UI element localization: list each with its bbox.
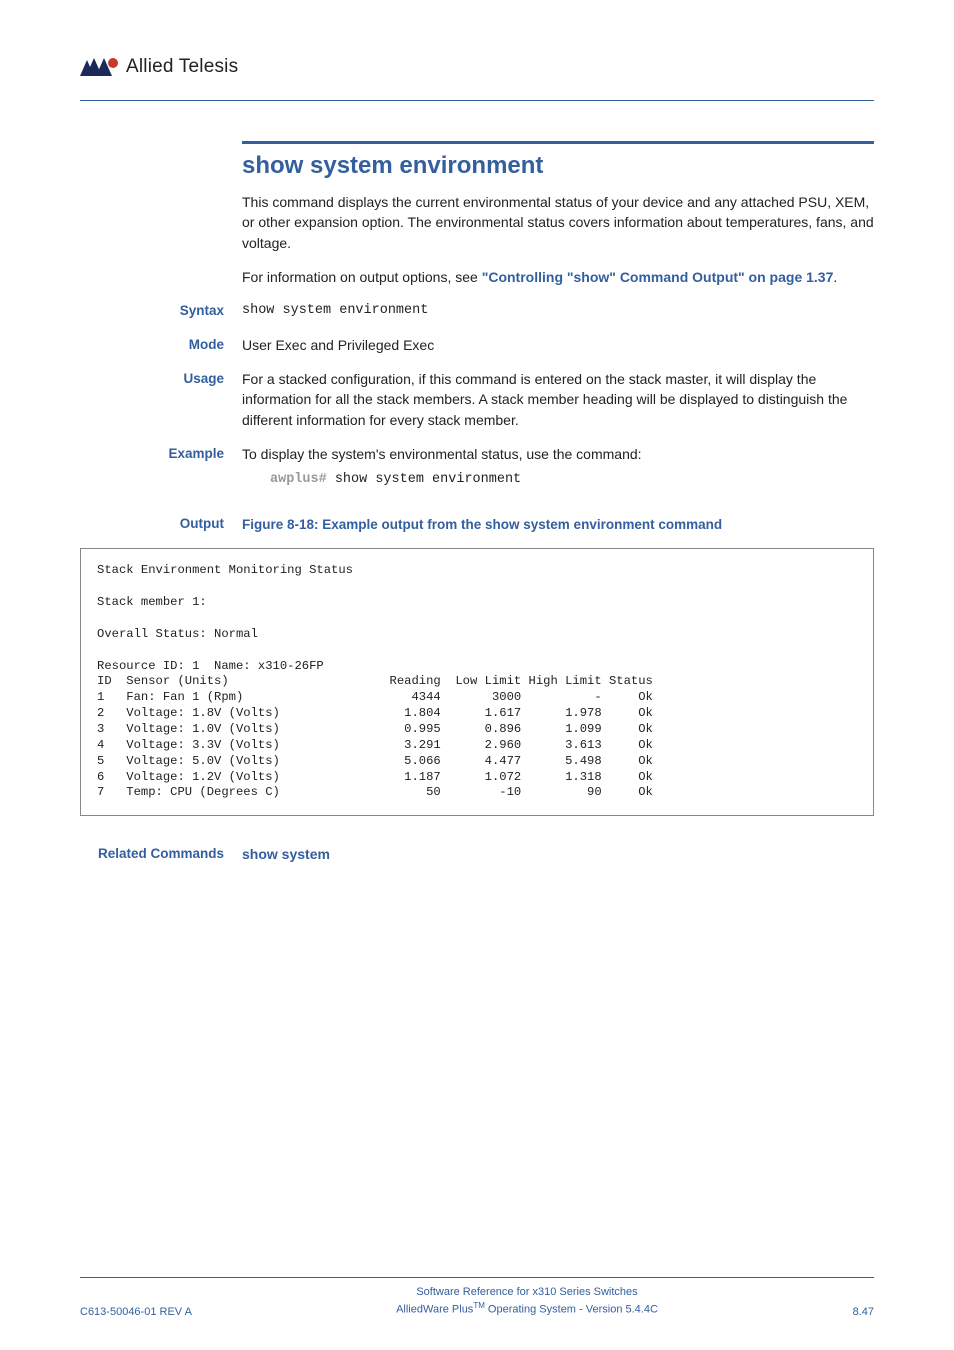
example-output-box: Stack Environment Monitoring Status Stac… bbox=[80, 548, 874, 816]
brand-logo-icon bbox=[80, 56, 120, 78]
footer-product-name: AlliedWare Plus bbox=[396, 1304, 473, 1316]
trademark-symbol: TM bbox=[473, 1301, 485, 1310]
page: Allied Telesis show system environment T… bbox=[0, 0, 954, 1350]
related-show-system-link[interactable]: show system bbox=[242, 846, 330, 862]
output-label: Output bbox=[80, 514, 242, 534]
footer-center-line2: AlliedWare PlusTM Operating System - Ver… bbox=[240, 1300, 814, 1318]
header-divider bbox=[80, 100, 874, 101]
cli-prompt: awplus# bbox=[270, 472, 327, 487]
output-row: Output Figure 8-18: Example output from … bbox=[80, 514, 874, 535]
syntax-label: Syntax bbox=[80, 301, 242, 321]
figure-caption: Figure 8-18: Example output from the sho… bbox=[242, 517, 722, 532]
intro-p2-prefix: For information on output options, see bbox=[242, 269, 482, 285]
footer-version: Operating System - Version 5.4.4C bbox=[485, 1304, 658, 1316]
intro-paragraph-2: For information on output options, see "… bbox=[242, 267, 874, 287]
intro-p2-suffix: . bbox=[833, 269, 837, 285]
usage-label: Usage bbox=[80, 369, 242, 389]
brand-name: Allied Telesis bbox=[126, 56, 238, 78]
example-label: Example bbox=[80, 444, 242, 464]
definition-list: Syntax show system environment Mode User… bbox=[80, 301, 874, 534]
example-row: Example To display the system's environm… bbox=[80, 444, 874, 490]
related-commands-row: Related Commands show system bbox=[80, 844, 874, 864]
output-caption-wrap: Figure 8-18: Example output from the sho… bbox=[242, 514, 874, 535]
heading-block: show system environment This command dis… bbox=[242, 141, 874, 287]
example-value: To display the system's environmental st… bbox=[242, 444, 874, 490]
related-commands-body: show system bbox=[242, 844, 874, 864]
mode-label: Mode bbox=[80, 335, 242, 355]
usage-value: For a stacked configuration, if this com… bbox=[242, 369, 874, 430]
controlling-show-link[interactable]: "Controlling "show" Command Output" on p… bbox=[482, 269, 834, 285]
footer-center-line1: Software Reference for x310 Series Switc… bbox=[240, 1285, 814, 1300]
cli-command: show system environment bbox=[327, 472, 521, 487]
page-title: show system environment bbox=[242, 152, 874, 180]
syntax-row: Syntax show system environment bbox=[80, 301, 874, 321]
footer-divider bbox=[80, 1277, 874, 1278]
mode-row: Mode User Exec and Privileged Exec bbox=[80, 335, 874, 355]
footer-center: Software Reference for x310 Series Switc… bbox=[240, 1285, 814, 1318]
usage-row: Usage For a stacked configuration, if th… bbox=[80, 369, 874, 430]
heading-top-rule bbox=[242, 141, 874, 144]
syntax-value: show system environment bbox=[242, 301, 874, 321]
footer-page-number: 8.47 bbox=[814, 1306, 874, 1318]
mode-value: User Exec and Privileged Exec bbox=[242, 335, 874, 355]
footer-doc-id: C613-50046-01 REV A bbox=[80, 1306, 240, 1318]
page-footer: C613-50046-01 REV A Software Reference f… bbox=[80, 1285, 874, 1318]
intro-paragraph-1: This command displays the current enviro… bbox=[242, 192, 874, 253]
related-commands-label: Related Commands bbox=[80, 844, 242, 864]
brand-header: Allied Telesis bbox=[80, 50, 874, 84]
example-text: To display the system's environmental st… bbox=[242, 446, 642, 462]
example-command-line: awplus# show system environment bbox=[270, 470, 874, 490]
